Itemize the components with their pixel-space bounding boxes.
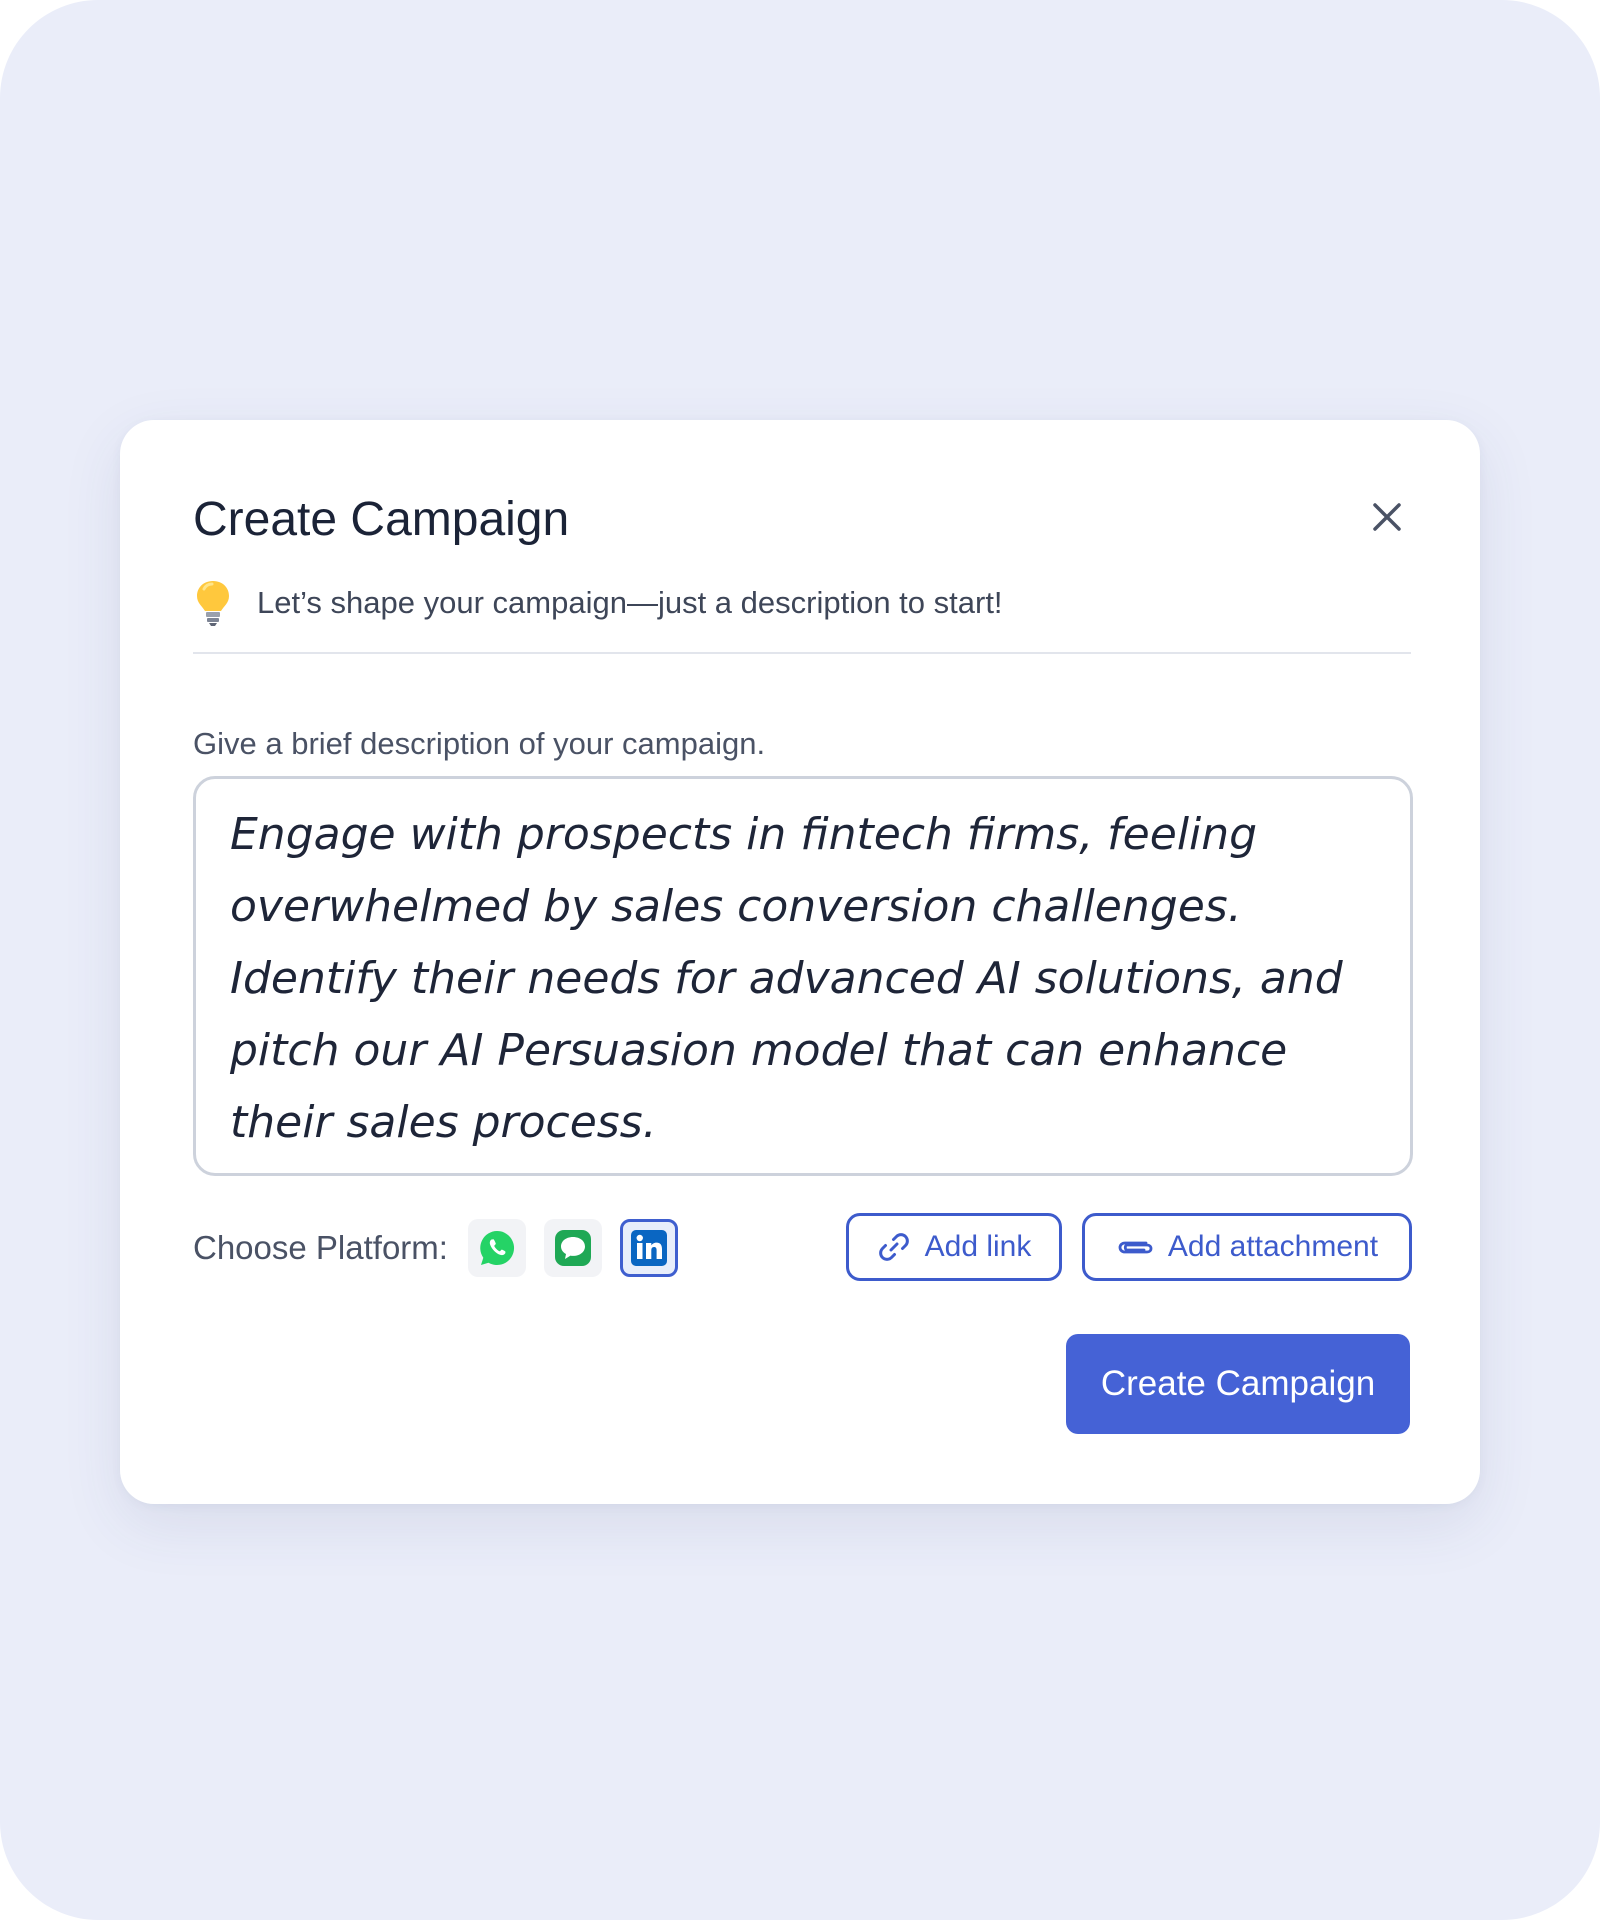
- modal-title: Create Campaign: [193, 493, 570, 546]
- platform-messages-button[interactable]: [543, 1219, 602, 1277]
- tip-text: Let’s shape your campaign—just a descrip…: [257, 585, 1003, 620]
- page-background: Create Campaign Let’s shape your campaig…: [0, 0, 1600, 1920]
- add-attachment-label: Add attachment: [1167, 1230, 1379, 1263]
- platform-linkedin-button[interactable]: [619, 1219, 678, 1277]
- add-attachment-button[interactable]: Add attachment: [1082, 1213, 1412, 1281]
- linkedin-icon: [630, 1230, 667, 1266]
- description-textarea[interactable]: Engage with prospects in fintech firms, …: [193, 776, 1413, 1176]
- lightbulb-icon: [197, 581, 229, 626]
- add-link-button[interactable]: Add link: [846, 1213, 1062, 1281]
- add-link-label: Add link: [924, 1230, 1032, 1263]
- platform-selector: Choose Platform:: [193, 1218, 696, 1278]
- create-campaign-modal: Create Campaign Let’s shape your campaig…: [120, 420, 1480, 1504]
- whatsapp-icon: [480, 1231, 514, 1265]
- header-divider: [193, 652, 1411, 654]
- link-icon: [878, 1233, 909, 1261]
- close-button[interactable]: [1362, 492, 1412, 542]
- tip-row: Let’s shape your campaign—just a descrip…: [193, 578, 1003, 628]
- platform-label: Choose Platform:: [193, 1229, 448, 1266]
- message-icon: [554, 1230, 591, 1266]
- platform-whatsapp-button[interactable]: [467, 1219, 526, 1277]
- description-label: Give a brief description of your campaig…: [193, 726, 766, 761]
- paperclip-icon: [1118, 1241, 1153, 1254]
- close-icon: [1373, 503, 1401, 531]
- create-campaign-button[interactable]: Create Campaign: [1066, 1334, 1410, 1434]
